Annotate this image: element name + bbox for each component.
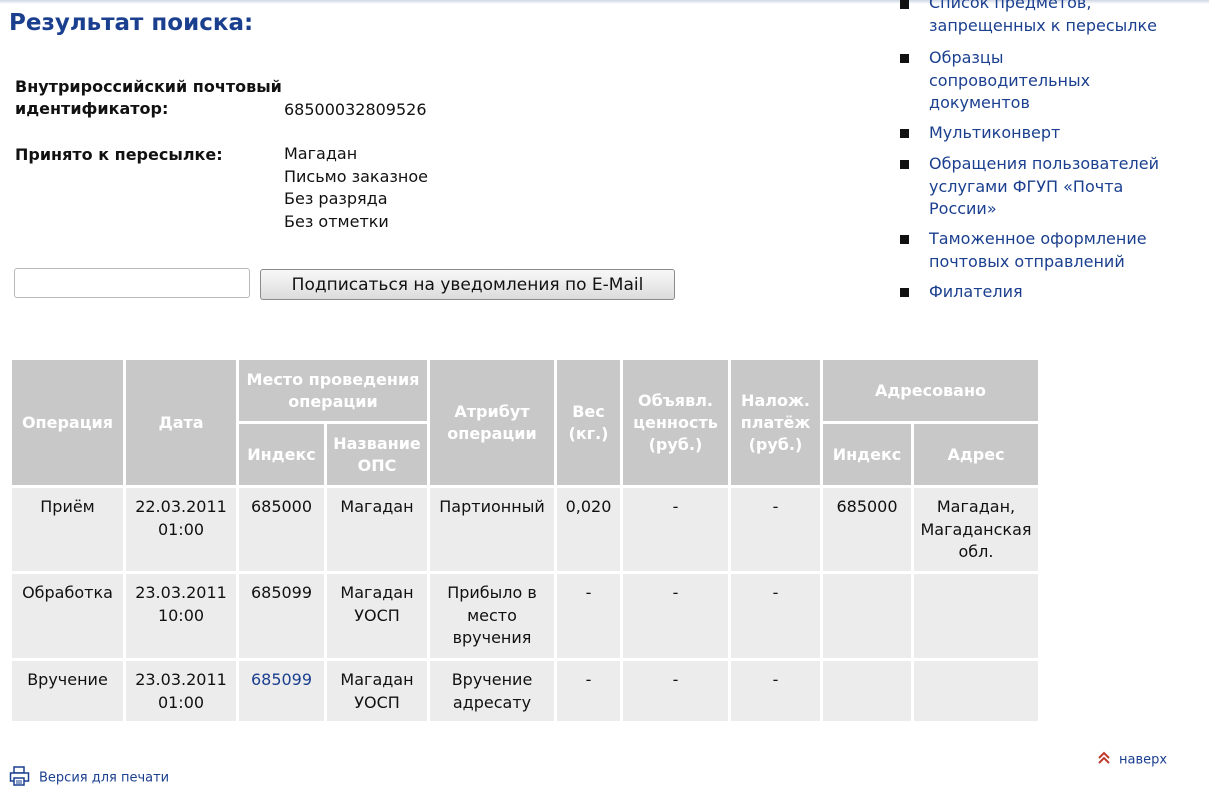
identifier-label: Внутрироссийский почтовый идентификатор:	[15, 77, 282, 118]
cell-date-day: 22.03.2011	[135, 497, 227, 516]
menu-line: Таможенное оформление	[929, 229, 1147, 248]
header-attribute: Атрибут операции	[430, 360, 554, 485]
accepted-type: Письмо заказное	[284, 166, 428, 186]
index-link[interactable]: 685099	[251, 670, 312, 689]
cell-index: 685099	[239, 574, 324, 658]
cell-index: 685000	[239, 488, 324, 571]
menu-link-user-appeals[interactable]: Обращения пользователей услугами ФГУП «П…	[929, 153, 1191, 221]
cell-ops-name: Магадан УОСП	[327, 574, 427, 658]
cell-operation: Приём	[12, 488, 123, 571]
print-version-link[interactable]: Версия для печати	[9, 766, 169, 789]
cell-attribute: Вручение адресату	[430, 661, 554, 721]
cell-cod: -	[731, 661, 820, 721]
square-bullet-icon	[900, 160, 909, 169]
cell-weight: -	[557, 661, 620, 721]
square-bullet-icon	[900, 129, 909, 138]
header-index: Индекс	[239, 424, 324, 485]
cell-operation: Вручение	[12, 661, 123, 721]
email-input[interactable]	[14, 268, 250, 298]
menu-line: сопроводительных	[929, 70, 1091, 90]
cell-date: 23.03.2011 01:00	[126, 661, 236, 721]
cell-address: Магадан, Магаданская обл.	[914, 488, 1038, 571]
accepted-city: Магадан	[284, 144, 358, 163]
print-version-label: Версия для печати	[39, 770, 170, 786]
cell-declared-value: -	[623, 574, 728, 658]
menu-line: Обращения пользователей	[929, 154, 1159, 173]
menu-line: России»	[929, 199, 997, 218]
header-weight: Вес (кг.)	[557, 360, 620, 485]
page: Результат поиска: Внутрироссийский почто…	[0, 0, 1209, 789]
cell-declared-value: -	[623, 488, 728, 571]
menu-link-prohibited-items[interactable]: Список предметов, запрещенных к пересылк…	[929, 0, 1191, 37]
header-declared-value: Объявл. ценность (руб.)	[623, 360, 728, 485]
header-addressed: Адресовано	[823, 360, 1038, 421]
header-operation: Операция	[12, 360, 123, 485]
header-date: Дата	[126, 360, 236, 485]
menu-line: запрещенных к пересылке	[929, 15, 1158, 35]
accepted-mark: Без отметки	[284, 211, 389, 231]
cell-date-time: 01:00	[157, 692, 205, 712]
square-bullet-icon	[900, 288, 909, 297]
cell-address	[914, 574, 1038, 658]
cell-index: 685099	[239, 661, 324, 721]
cell-weight: -	[557, 574, 620, 658]
accepted-values: Магадан Письмо заказное Без разряда Без …	[284, 143, 428, 233]
table-row: Обработка 23.03.2011 10:00 685099 Магадан…	[12, 574, 1038, 658]
menu-link-customs[interactable]: Таможенное оформление почтовых отправлен…	[929, 228, 1191, 273]
back-to-top-label: наверх	[1119, 752, 1168, 768]
cell-ops-name: Магадан	[327, 488, 427, 571]
square-bullet-icon	[900, 235, 909, 244]
back-to-top-link[interactable]: наверх	[1097, 751, 1167, 769]
square-bullet-icon	[900, 54, 909, 63]
cell-attribute: Партионный	[430, 488, 554, 571]
cell-address	[914, 661, 1038, 721]
header-addr-index: Индекс	[823, 424, 911, 485]
menu-link-philately[interactable]: Филателия	[929, 281, 1191, 304]
cell-declared-value: -	[623, 661, 728, 721]
subscribe-email-button[interactable]: Подписаться на уведомления по E-Mail	[260, 269, 675, 300]
cell-attribute: Прибыло в место вручения	[430, 574, 554, 658]
header-ops-name: Название ОПС	[327, 424, 427, 485]
menu-link-multienvelope[interactable]: Мультиконверт	[929, 122, 1191, 145]
cell-addr-index	[823, 661, 911, 721]
page-title: Результат поиска:	[9, 10, 254, 36]
cell-addr-index: 685000	[823, 488, 911, 571]
cell-weight: 0,020	[557, 488, 620, 571]
menu-line: услугами ФГУП «Почта	[929, 176, 1124, 196]
table-row: Приём 22.03.2011 01:00 685000 Магадан Пар…	[12, 488, 1038, 571]
menu-line: Список предметов,	[929, 0, 1092, 12]
header-address: Адрес	[914, 424, 1038, 485]
accepted-category: Без разряда	[284, 189, 388, 208]
header-place: Место проведения операции	[239, 360, 427, 421]
cell-ops-name: Магадан УОСП	[327, 661, 427, 721]
menu-line: Образцы	[929, 48, 1004, 67]
menu-link-document-samples[interactable]: Образцы сопроводительных документов	[929, 47, 1191, 115]
cell-date: 22.03.2011 01:00	[126, 488, 236, 571]
menu-line: почтовых отправлений	[929, 251, 1125, 271]
double-chevron-up-icon	[1097, 751, 1111, 769]
square-bullet-icon	[900, 0, 909, 9]
cell-operation: Обработка	[12, 574, 123, 658]
menu-line: Филателия	[929, 282, 1023, 301]
cell-cod: -	[731, 488, 820, 571]
cell-date: 23.03.2011 10:00	[126, 574, 236, 658]
menu-line: документов	[929, 93, 1030, 112]
table-row: Вручение 23.03.2011 01:00 685099 Магадан …	[12, 661, 1038, 721]
cell-addr-index	[823, 574, 911, 658]
identifier-value: 68500032809526	[284, 100, 427, 119]
printer-icon	[9, 766, 31, 789]
accepted-label: Принято к пересылке:	[15, 145, 223, 164]
cell-date-time: 10:00	[157, 605, 205, 625]
menu-line: Мультиконверт	[929, 123, 1061, 142]
cell-date-time: 01:00	[157, 519, 205, 539]
cell-date-day: 23.03.2011	[135, 583, 227, 602]
header-cod: Налож. платёж (руб.)	[731, 360, 820, 485]
operations-table: Операция Дата Место проведения операции …	[9, 357, 1041, 724]
cell-date-day: 23.03.2011	[135, 670, 227, 689]
cell-cod: -	[731, 574, 820, 658]
